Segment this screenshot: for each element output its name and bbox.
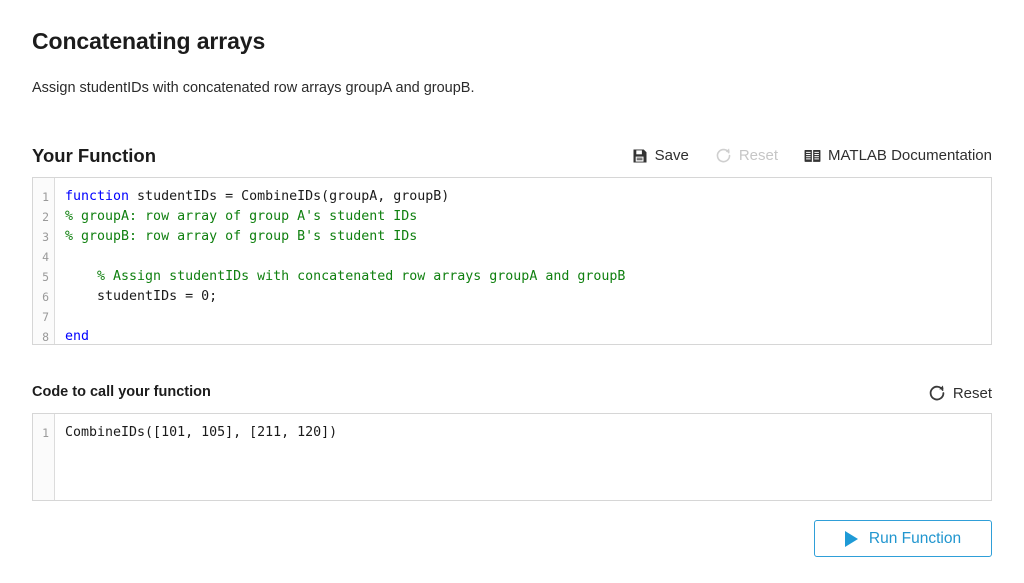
line-number: 1: [42, 426, 49, 441]
code-token: studentIDs = CombineIDs(groupA, groupB): [129, 189, 450, 205]
code-token: end: [65, 329, 90, 345]
code-token: % groupB: row array of group B's student…: [65, 229, 418, 245]
editor-line-numbers: 1 2 3 4 5 6 7 8: [33, 178, 55, 345]
code-token: function: [65, 189, 130, 205]
code-token: CombineIDs([101, 105], [211, 120]): [65, 425, 338, 441]
function-code-editor[interactable]: 1 2 3 4 5 6 7 8 function studentIDs = CombineID…: [32, 177, 992, 346]
code-line: % groupA: row array of group A's student…: [65, 207, 991, 227]
call-line-numbers: 1: [33, 414, 55, 501]
refresh-circular-arrow-icon: [715, 147, 732, 164]
function-section-title: Your Function: [32, 144, 156, 166]
code-line: % groupB: row array of group B's student…: [65, 227, 991, 247]
line-number: 1: [42, 190, 49, 205]
code-token: % groupA: row array of group A's student…: [65, 209, 418, 225]
reset-function-button[interactable]: Reset: [715, 147, 778, 164]
page-title: Concatenating arrays: [32, 28, 266, 54]
run-function-button[interactable]: Run Function: [814, 520, 992, 558]
line-number: 3: [42, 230, 49, 245]
code-token: % Assign studentIDs with concatenated ro…: [65, 269, 626, 285]
call-section-header: Code to call your function Reset: [32, 384, 992, 402]
call-code-editor[interactable]: 1 CombineIDs([101, 105], [211, 120]): [32, 413, 992, 502]
code-line: % Assign studentIDs with concatenated ro…: [65, 267, 991, 287]
save-button-label: Save: [654, 147, 689, 165]
line-number: 6: [42, 290, 49, 305]
run-button-row: Run Function: [32, 520, 992, 558]
line-number: 5: [42, 270, 49, 285]
refresh-circular-arrow-icon: [928, 384, 946, 402]
save-button[interactable]: Save: [632, 148, 689, 164]
call-code-content[interactable]: CombineIDs([101, 105], [211, 120]): [55, 414, 991, 500]
book-icon: [804, 148, 821, 164]
line-number: 8: [42, 330, 49, 345]
line-number: 4: [42, 250, 49, 265]
save-floppy-icon: [632, 148, 648, 164]
run-function-label: Run Function: [868, 529, 962, 547]
page-description: Assign studentIDs with concatenated row …: [32, 79, 475, 96]
code-line: end: [65, 327, 991, 344]
matlab-documentation-button[interactable]: MATLAB Documentation: [804, 148, 992, 164]
code-line: CombineIDs([101, 105], [211, 120]): [65, 423, 991, 443]
editor-code-content[interactable]: function studentIDs = CombineIDs(groupA,…: [55, 178, 991, 344]
code-token: studentIDs = 0;: [65, 289, 218, 305]
reset-call-code-label: Reset: [952, 384, 992, 402]
line-number: 2: [42, 210, 49, 225]
play-triangle-icon: [844, 530, 858, 547]
exercise-page: Concatenating arrays Assign studentIDs w…: [0, 0, 1024, 558]
reset-function-label: Reset: [738, 147, 779, 165]
editor-toolbar: Save Reset MATLAB Documentation: [632, 147, 992, 164]
function-section-header: Your Function Save Reset MATLAB Document…: [32, 145, 992, 167]
call-section-title: Code to call your function: [32, 384, 211, 401]
reset-call-code-button[interactable]: Reset: [928, 384, 992, 402]
matlab-documentation-label: MATLAB Documentation: [828, 147, 992, 165]
line-number: 7: [42, 310, 49, 325]
code-line: function studentIDs = CombineIDs(groupA,…: [65, 187, 991, 207]
code-line: studentIDs = 0;: [65, 287, 991, 307]
